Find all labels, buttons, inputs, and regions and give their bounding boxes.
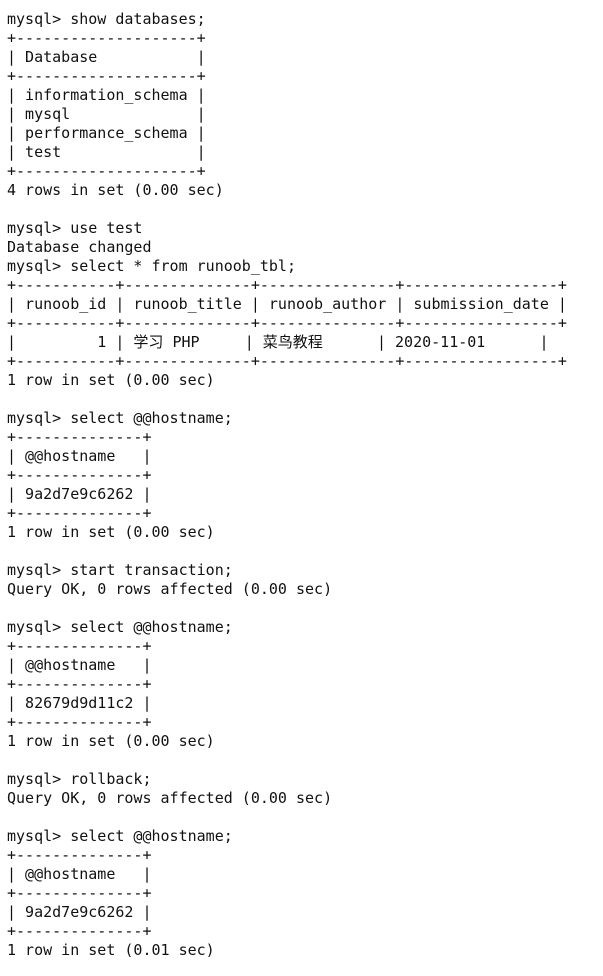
terminal-line: 1 row in set (0.00 sec)	[7, 371, 215, 389]
terminal-line: +--------------+	[7, 637, 152, 655]
terminal-line: | information_schema |	[7, 86, 206, 104]
terminal-line: mysql> select @@hostname;	[7, 827, 233, 845]
terminal-line: | 9a2d7e9c6262 |	[7, 485, 152, 503]
terminal-line: +--------------+	[7, 504, 152, 522]
terminal-line: 4 rows in set (0.00 sec)	[7, 181, 224, 199]
terminal-line: +--------------------+	[7, 162, 206, 180]
terminal-line: +-----------+--------------+------------…	[7, 314, 567, 332]
terminal-line: mysql> show databases;	[7, 10, 206, 28]
terminal-line: mysql> rollback;	[7, 770, 152, 788]
terminal-line: | 82679d9d11c2 |	[7, 694, 152, 712]
terminal-line: 1 row in set (0.00 sec)	[7, 732, 215, 750]
terminal-line: | performance_schema |	[7, 124, 206, 142]
terminal-line: mysql> start transaction;	[7, 561, 233, 579]
terminal-line: | test |	[7, 143, 206, 161]
terminal-line: | Database |	[7, 48, 206, 66]
terminal-line: 1 row in set (0.01 sec)	[7, 941, 215, 959]
terminal-line: +-----------+--------------+------------…	[7, 276, 567, 294]
terminal-line: +--------------+	[7, 428, 152, 446]
terminal-line: +--------------+	[7, 713, 152, 731]
terminal-line: +--------------------+	[7, 67, 206, 85]
terminal-line: Database changed	[7, 238, 152, 256]
terminal-line: mysql> select @@hostname;	[7, 409, 233, 427]
terminal-line: | @@hostname |	[7, 656, 152, 674]
terminal-line: +--------------+	[7, 846, 152, 864]
terminal-line: | 9a2d7e9c6262 |	[7, 903, 152, 921]
terminal-line: | 1 | 学习 PHP | 菜鸟教程 | 2020-11-01 |	[7, 333, 549, 351]
terminal-line: +--------------------+	[7, 29, 206, 47]
terminal-line: +--------------+	[7, 466, 152, 484]
terminal-line: | @@hostname |	[7, 447, 152, 465]
terminal-output[interactable]: mysql> show databases; +----------------…	[0, 0, 603, 976]
terminal-line: +--------------+	[7, 884, 152, 902]
terminal-line: | @@hostname |	[7, 865, 152, 883]
terminal-line: | mysql |	[7, 105, 206, 123]
terminal-line: mysql> select @@hostname;	[7, 618, 233, 636]
terminal-line: mysql> select * from runoob_tbl;	[7, 257, 296, 275]
terminal-line: +-----------+--------------+------------…	[7, 352, 567, 370]
terminal-line: | runoob_id | runoob_title | runoob_auth…	[7, 295, 567, 313]
terminal-line: +--------------+	[7, 922, 152, 940]
terminal-line: Query OK, 0 rows affected (0.00 sec)	[7, 789, 333, 807]
terminal-line: 1 row in set (0.00 sec)	[7, 523, 215, 541]
terminal-line: mysql> use test	[7, 219, 143, 237]
terminal-line: +--------------+	[7, 675, 152, 693]
terminal-line: Query OK, 0 rows affected (0.00 sec)	[7, 580, 333, 598]
